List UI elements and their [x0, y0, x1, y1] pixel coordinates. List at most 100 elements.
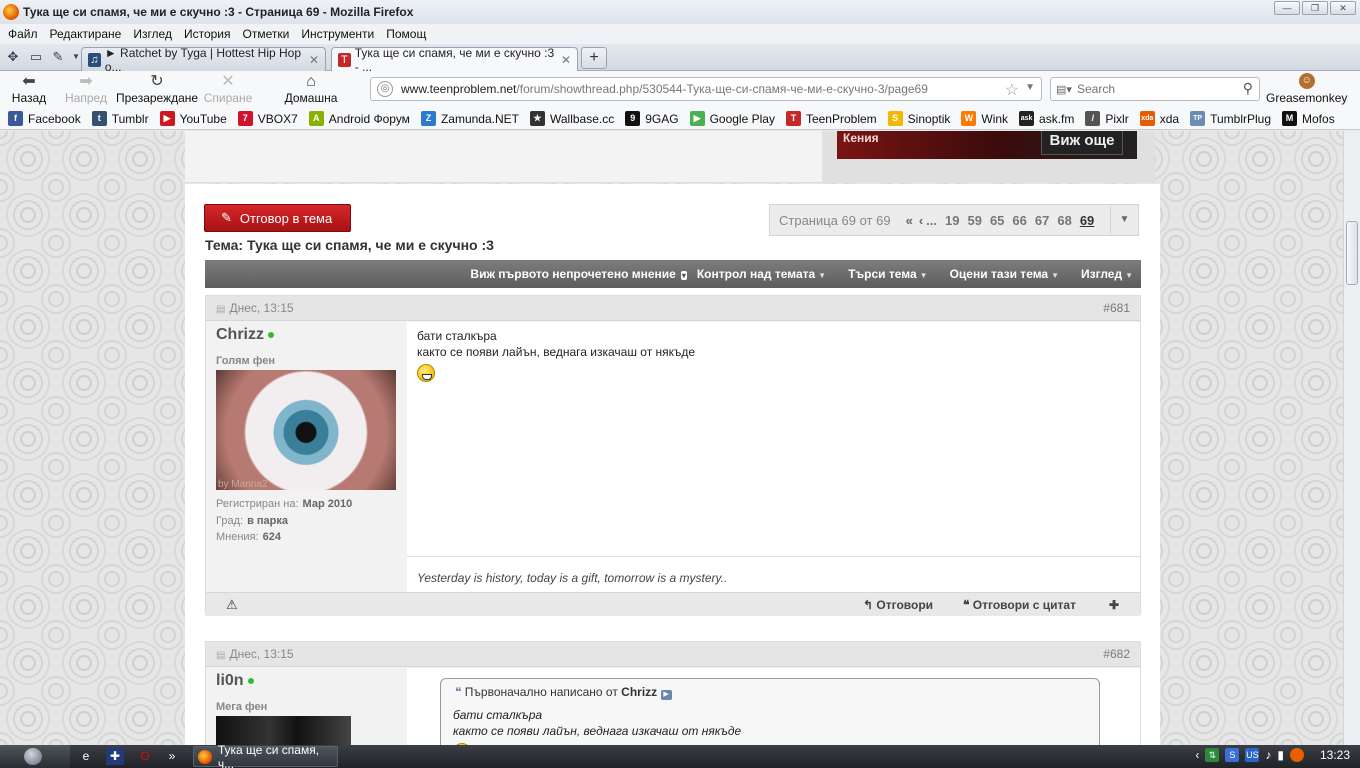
- bookmark-ask-fm[interactable]: ask ask.fm: [1019, 111, 1074, 126]
- report-post-icon[interactable]: ⚠: [226, 597, 238, 613]
- skype-icon[interactable]: S: [1225, 748, 1240, 762]
- bookmark-vbox7[interactable]: 7 VBOX7: [237, 111, 298, 126]
- rate-thread-menu[interactable]: Оцени тази тема ▼: [950, 267, 1059, 281]
- start-button[interactable]: [0, 745, 70, 768]
- menu-tools[interactable]: Инструменти: [295, 27, 380, 41]
- menu-edit[interactable]: Редактиране: [44, 27, 128, 41]
- addon-icon[interactable]: ✎: [50, 49, 66, 65]
- display-mode-menu[interactable]: Изглед ▼: [1081, 267, 1133, 281]
- stop-label: Спиране: [203, 91, 253, 105]
- move-icon[interactable]: ✥: [5, 49, 21, 65]
- back-button[interactable]: ⬅ Назад: [10, 73, 48, 105]
- advert-banner[interactable]: Кения Виж още: [837, 131, 1137, 159]
- search-icon[interactable]: ⚲: [1243, 80, 1253, 97]
- post-number-link[interactable]: #681: [1103, 301, 1130, 315]
- address-bar[interactable]: ◎ www.teenproblem.net/forum/showthread.p…: [370, 77, 1042, 101]
- menu-view[interactable]: Изглед: [127, 27, 178, 41]
- search-input[interactable]: [1077, 82, 1227, 96]
- bookmark-pixlr[interactable]: / Pixlr: [1085, 111, 1129, 126]
- bookmark-tumblr[interactable]: t Tumblr: [91, 111, 149, 126]
- menu-help[interactable]: Помощ: [380, 27, 432, 41]
- menu-file[interactable]: Файл: [2, 27, 44, 41]
- volume-icon[interactable]: ♪: [1265, 748, 1271, 762]
- page-link-67[interactable]: 67: [1035, 213, 1049, 228]
- page-link-68[interactable]: 68: [1057, 213, 1071, 228]
- reload-button[interactable]: ↻ Презареждане: [116, 73, 198, 105]
- page-link-current[interactable]: 69: [1080, 213, 1094, 228]
- firefox-tray-icon[interactable]: [1289, 748, 1304, 762]
- scrollbar-thumb[interactable]: [1346, 221, 1358, 285]
- network-icon[interactable]: ⇅: [1205, 748, 1220, 762]
- bookmark-zamunda-net[interactable]: Z Zamunda.NET: [420, 111, 519, 126]
- prev-page-button[interactable]: ‹: [919, 213, 923, 228]
- tray-expand-icon[interactable]: ‹: [1195, 748, 1199, 762]
- user-avatar[interactable]: [216, 716, 351, 745]
- signal-icon[interactable]: ▮: [1277, 748, 1284, 762]
- page-jump-dropdown[interactable]: ▼: [1110, 205, 1138, 235]
- bookmark-google-play[interactable]: ▶ Google Play: [689, 111, 775, 126]
- reply-post-button[interactable]: ↰ Отговори: [863, 598, 933, 612]
- bookmark-label: TeenProblem: [805, 111, 877, 126]
- stop-icon: ✕: [221, 73, 235, 90]
- tab-ratchet[interactable]: ♫ ► Ratchet by Tyga | Hottest Hip Hop o.…: [81, 46, 326, 74]
- bookmark-tumblrplug[interactable]: TP TumblrPlug: [1190, 111, 1271, 126]
- thread-tools-menu[interactable]: Контрол над темата ▼: [697, 267, 826, 281]
- advert-more-button[interactable]: Виж още: [1041, 131, 1123, 155]
- search-thread-menu[interactable]: Търси тема ▼: [848, 267, 928, 281]
- grin-smiley-icon: [417, 364, 435, 382]
- bookmark-sinoptik[interactable]: S Sinoptik: [887, 111, 950, 126]
- bookmark-youtube[interactable]: ▶ YouTube: [159, 111, 227, 126]
- first-unread-link[interactable]: Виж първото непрочетено мнение ▾: [470, 267, 687, 281]
- ie-icon[interactable]: e: [77, 748, 95, 765]
- language-indicator[interactable]: US: [1245, 748, 1260, 762]
- site-identity-icon[interactable]: ◎: [377, 81, 393, 97]
- forward-button[interactable]: ➡ Напред: [64, 73, 108, 105]
- multi-quote-icon[interactable]: ✚: [1109, 598, 1119, 612]
- user-avatar[interactable]: by Manna2: [216, 370, 396, 490]
- view-post-icon[interactable]: ▶: [660, 690, 672, 700]
- tab-teenproblem[interactable]: T Тука ще си спамя, че ми е скучно :3 - …: [331, 46, 578, 74]
- bookmark-facebook[interactable]: f Facebook: [8, 111, 81, 126]
- page-scrollbar[interactable]: [1343, 131, 1360, 745]
- more-quicklaunch-icon[interactable]: »: [163, 748, 181, 765]
- window-list-icon[interactable]: ▭: [28, 49, 44, 65]
- bookmark-9gag[interactable]: 9 9GAG: [625, 111, 679, 126]
- calendar-icon: ▤: [216, 650, 226, 661]
- greasemonkey-button[interactable]: ☺ Greasemonkey: [1266, 73, 1347, 105]
- reply-with-quote-button[interactable]: ❝ Отговори с цитат: [963, 598, 1076, 612]
- quote-icon: ❝: [455, 685, 465, 699]
- first-page-button[interactable]: «: [906, 213, 913, 228]
- page-link-19[interactable]: 19: [945, 213, 959, 228]
- bookmark-android-форум[interactable]: A Android Форум: [308, 111, 410, 126]
- taskbar-firefox-window[interactable]: Тука ще си спамя, ч...: [193, 743, 338, 768]
- stop-button[interactable]: ✕ Спиране: [203, 73, 253, 105]
- close-window-button[interactable]: ✕: [1330, 1, 1356, 15]
- close-tab-icon[interactable]: ✕: [555, 53, 571, 67]
- opera-icon[interactable]: O: [136, 748, 154, 765]
- reply-to-thread-button[interactable]: ✎ Отговор в тема: [204, 204, 351, 232]
- bookmark-xda[interactable]: xda xda: [1139, 111, 1179, 126]
- minimize-button[interactable]: —: [1274, 1, 1300, 15]
- bookmark-mofos[interactable]: M Mofos: [1282, 111, 1335, 126]
- search-bar[interactable]: ▤▾ ⚲: [1050, 77, 1260, 101]
- menu-history[interactable]: История: [178, 27, 237, 41]
- uk-flag-icon[interactable]: ✚: [106, 748, 124, 765]
- username-link[interactable]: li0n: [216, 672, 254, 690]
- bookmark-wink[interactable]: W Wink: [961, 111, 1008, 126]
- bookmark-teenproblem[interactable]: T TeenProblem: [785, 111, 877, 126]
- maximize-button[interactable]: ❐: [1302, 1, 1328, 15]
- bookmark-wallbase-cc[interactable]: ★ Wallbase.cc: [529, 111, 614, 126]
- bookmark-star-icon[interactable]: ☆: [1005, 80, 1019, 100]
- search-engine-icon[interactable]: ▤▾: [1051, 83, 1077, 96]
- post-number-link[interactable]: #682: [1103, 647, 1130, 661]
- url-history-dropdown-icon[interactable]: ▼: [1025, 82, 1035, 93]
- clock[interactable]: 13:23: [1320, 748, 1350, 762]
- page-link-66[interactable]: 66: [1012, 213, 1026, 228]
- menu-bookmarks[interactable]: Отметки: [237, 27, 296, 41]
- page-link-65[interactable]: 65: [990, 213, 1004, 228]
- username-link[interactable]: Chrizz: [216, 326, 274, 344]
- new-tab-button[interactable]: +: [581, 47, 607, 69]
- close-tab-icon[interactable]: ✕: [303, 53, 319, 67]
- page-link-59[interactable]: 59: [967, 213, 981, 228]
- bookmark-label: Pixlr: [1105, 111, 1129, 126]
